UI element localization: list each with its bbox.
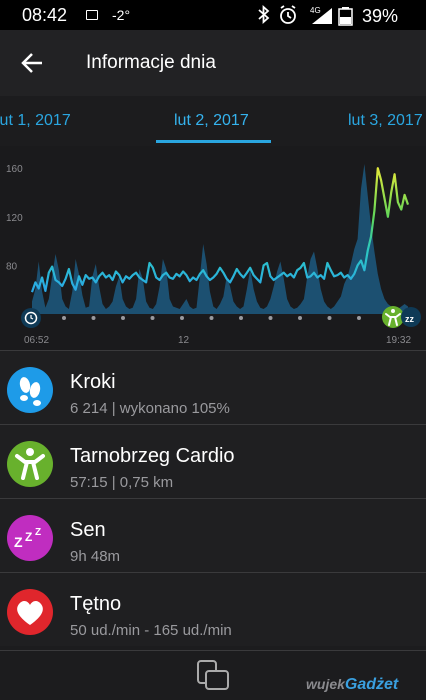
list-item-activity[interactable]: Tarnobrzeg Cardio 57:15 | 0,75 km: [0, 424, 426, 498]
list-item-title: Sen: [70, 519, 106, 541]
timeline-dot: [121, 316, 125, 320]
y-tick-label: 120: [6, 213, 23, 224]
list-item-sleep[interactable]: Z Z Z Sen 9h 48m: [0, 498, 426, 572]
y-tick-label: 160: [6, 164, 23, 175]
svg-text:Z: Z: [25, 530, 32, 544]
alarm-icon: [280, 5, 296, 24]
network-type-label: 4G: [310, 6, 321, 15]
svg-text:Z: Z: [35, 527, 41, 538]
x-tick-label: 06:52: [24, 335, 49, 346]
heart-rate-activity-chart: 160 120 80 06:52 12 19:32 zz: [6, 164, 421, 346]
tab-selected-indicator: [156, 140, 271, 143]
list-item-title: Tarnobrzeg Cardio: [70, 445, 235, 467]
timeline-dot: [357, 316, 361, 320]
list-item-heart-rate[interactable]: Tętno 50 ud./min - 165 ud./min: [0, 572, 426, 646]
date-tabs: lut 1, 2017 lut 2, 2017 lut 3, 2017: [0, 96, 426, 146]
watermark-brand: Gadżet: [344, 676, 399, 693]
list-item-detail: 57:15 | 0,75 km: [70, 474, 174, 491]
timeline-dot: [239, 316, 243, 320]
battery-icon: [338, 7, 353, 26]
timeline-dot: [209, 316, 214, 320]
status-time: 08:42: [22, 5, 68, 25]
alarm-clock-icon: [21, 308, 41, 328]
sleep-zzz-icon: Z Z Z: [7, 515, 53, 561]
activity-area: [32, 164, 408, 314]
back-arrow-icon: [21, 53, 42, 73]
gallery-notification-icon: [86, 10, 98, 20]
day-chart[interactable]: 160 120 80 06:52 12 19:32 zz: [0, 146, 426, 350]
list-item-steps[interactable]: Kroki 6 214 | wykonano 105%: [0, 350, 426, 424]
list-item-detail: 9h 48m: [70, 548, 121, 565]
heart-icon: [7, 589, 53, 635]
bluetooth-icon: [258, 4, 270, 25]
list-item-title: Tętno: [70, 593, 122, 615]
activity-icon: [382, 306, 404, 328]
sync-devices-button[interactable]: [194, 659, 232, 693]
page-title: Informacje dnia: [86, 52, 216, 73]
x-tick-label: 12: [178, 335, 190, 346]
watermark: wujekGadżet: [306, 676, 398, 694]
battery-percentage: 39%: [362, 6, 399, 26]
tab-previous-day[interactable]: lut 1, 2017: [0, 112, 71, 130]
timeline-dot: [327, 316, 332, 320]
list-item-detail: 6 214 | wykonano 105%: [70, 400, 230, 417]
svg-text:zz: zz: [405, 314, 415, 324]
timeline-dot: [62, 316, 66, 320]
footsteps-icon: [7, 367, 53, 413]
sleep-icon: zz: [401, 307, 421, 327]
svg-text:Z: Z: [14, 534, 23, 550]
y-tick-label: 80: [6, 261, 18, 272]
watermark-prefix: wujek: [306, 676, 345, 692]
timeline-dot: [91, 316, 96, 320]
timeline-dot: [298, 316, 302, 320]
list-item-title: Kroki: [70, 371, 116, 393]
timeline-dot: [150, 316, 155, 320]
status-bar: 08:42 -2° 4G 39%: [0, 0, 426, 30]
tab-current-day[interactable]: lut 2, 2017: [174, 112, 249, 130]
list-item-detail: 50 ud./min - 165 ud./min: [70, 622, 232, 639]
timeline-dot: [180, 316, 184, 320]
activity-person-icon: [7, 441, 53, 487]
status-temperature: -2°: [112, 7, 131, 23]
app-bar: Informacje dnia: [0, 30, 426, 96]
summary-list: Kroki 6 214 | wykonano 105% Tarnobrzeg C…: [0, 350, 426, 646]
devices-icon: [197, 660, 229, 690]
tab-next-day[interactable]: lut 3, 2017: [348, 112, 423, 130]
status-icons: 4G 39%: [254, 4, 426, 26]
status-system-icons: 4G: [258, 4, 353, 26]
back-button[interactable]: [16, 48, 48, 78]
x-tick-label: 19:32: [386, 335, 411, 346]
timeline-dot: [268, 316, 273, 320]
